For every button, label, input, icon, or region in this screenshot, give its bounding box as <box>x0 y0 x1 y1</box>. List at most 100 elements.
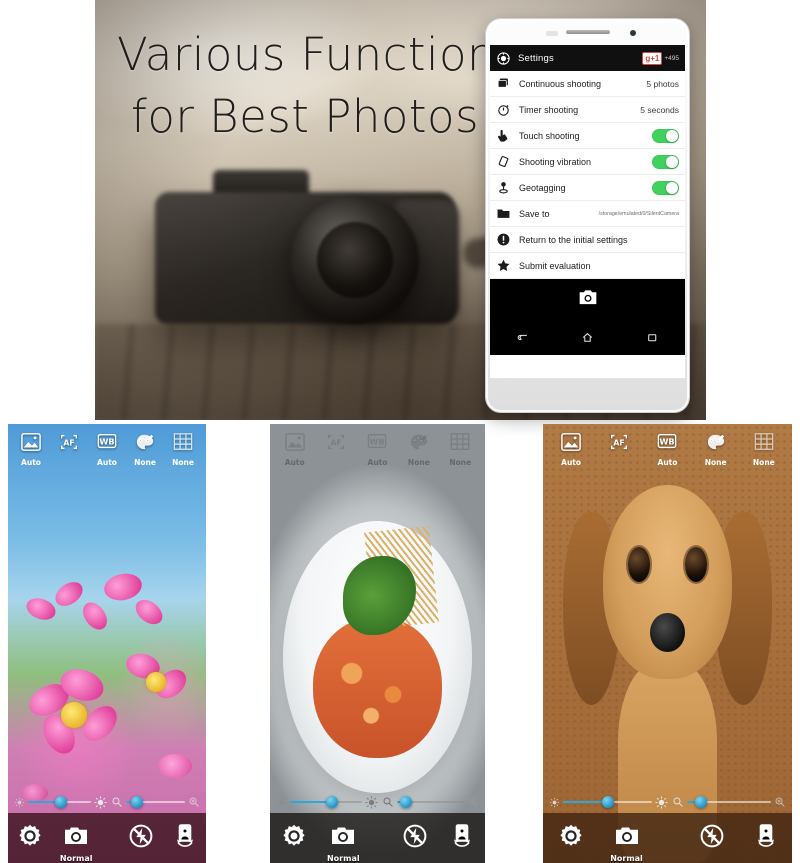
gplus-count: +495 <box>664 54 679 62</box>
back-icon[interactable] <box>515 331 530 349</box>
toolbar-autofocus[interactable]: AF <box>603 432 635 458</box>
phone-screen: Settings g+1 +495 Continuous shooting 5 … <box>490 45 685 378</box>
screenshot-gallery: Auto AF WB Auto None None Normal Auto AF… <box>0 424 800 863</box>
zoom-out-icon <box>112 797 123 807</box>
settings-row-value: 5 seconds <box>640 104 679 115</box>
proximity-sensor <box>546 31 558 36</box>
settings-row-value: 5 photos <box>646 78 679 89</box>
shot-food: Auto AF WB Auto None None Normal <box>270 424 485 863</box>
zoom-track[interactable] <box>126 796 185 808</box>
toolbar-color-effect[interactable]: None <box>403 432 435 467</box>
shot-dog: Auto AF WB Auto None None Normal <box>543 424 792 863</box>
slider-row <box>8 791 206 813</box>
timer-icon <box>496 102 511 117</box>
phone-viewfinder <box>490 279 685 325</box>
settings-gear-icon[interactable] <box>281 823 307 854</box>
flash-off-icon[interactable] <box>128 823 154 854</box>
toolbar-scene-mode-label: Auto <box>561 458 582 467</box>
settings-row-save-to[interactable]: Save to /storage/emulated/0/SilentCamera <box>490 201 685 227</box>
svg-text:AF: AF <box>63 439 74 448</box>
camera-mode-button[interactable]: Normal <box>60 825 93 863</box>
settings-row-label: Save to <box>519 208 550 219</box>
toolbar-white-balance[interactable]: WB Auto <box>651 432 683 467</box>
brightness-track[interactable] <box>563 796 653 808</box>
toolbar-scene-mode[interactable]: Auto <box>555 432 587 467</box>
brightness-slider[interactable] <box>14 796 107 809</box>
settings-gear-icon[interactable] <box>558 823 584 854</box>
flash-off-icon[interactable] <box>699 823 725 854</box>
banner-headline-line1: Various Function <box>117 28 497 81</box>
brightness-track[interactable] <box>28 796 92 808</box>
settings-row-label: Timer shooting <box>519 104 579 115</box>
settings-row-timer-shooting[interactable]: Timer shooting 5 seconds <box>490 97 685 123</box>
switch-camera-icon[interactable] <box>450 823 474 854</box>
svg-text:WB: WB <box>660 436 675 446</box>
settings-title: Settings <box>518 52 554 64</box>
app-logo-icon <box>496 51 511 66</box>
geotagging-toggle[interactable] <box>652 180 679 195</box>
zoom-out-icon <box>673 797 684 807</box>
camera-mode-label: Normal <box>59 853 93 863</box>
toolbar-color-effect[interactable]: None <box>700 432 732 467</box>
zoom-track[interactable] <box>396 796 464 808</box>
brightness-low-icon <box>276 797 287 807</box>
slider-row <box>543 791 792 813</box>
brightness-slider[interactable] <box>549 796 668 809</box>
toolbar-color-effect[interactable]: None <box>129 432 161 467</box>
toolbar-white-balance-label: Auto <box>97 458 117 467</box>
settings-row-label: Shooting vibration <box>519 156 592 167</box>
settings-row-touch-shooting[interactable]: Touch shooting <box>490 123 685 149</box>
settings-row-continuous-shooting[interactable]: Continuous shooting 5 photos <box>490 71 685 97</box>
zoom-in-icon <box>468 797 478 807</box>
toolbar-autofocus[interactable]: AF <box>53 432 85 458</box>
svg-text:AF: AF <box>614 439 625 448</box>
shooting-vibration-toggle[interactable] <box>652 154 679 169</box>
settings-gear-icon[interactable] <box>17 823 43 854</box>
toolbar-white-balance[interactable]: WB Auto <box>361 432 393 467</box>
google-plus-badge[interactable]: g+1 +495 <box>642 51 679 65</box>
toolbar-grid[interactable]: None <box>167 432 199 467</box>
camera-mode-label: Normal <box>326 853 360 863</box>
zoom-slider[interactable] <box>111 796 200 808</box>
toolbar-grid-label: None <box>449 458 472 467</box>
toolbar-autofocus[interactable]: AF <box>320 432 352 458</box>
toolbar-scene-mode[interactable]: Auto <box>15 432 47 467</box>
settings-row-label: Submit evaluation <box>519 260 591 271</box>
toolbar-scene-mode-label: Auto <box>21 458 41 467</box>
toolbar-white-balance[interactable]: WB Auto <box>91 432 123 467</box>
toolbar-white-balance-label: Auto <box>657 458 678 467</box>
zoom-slider[interactable] <box>382 796 479 808</box>
brightness-low-icon <box>549 797 560 807</box>
dog-eye-left <box>627 546 651 583</box>
zoom-track[interactable] <box>687 796 771 808</box>
camera-mode-button[interactable]: Normal <box>327 825 360 863</box>
brightness-track[interactable] <box>290 796 362 808</box>
switch-camera-icon[interactable] <box>173 823 197 854</box>
toolbar-scene-mode[interactable]: Auto <box>279 432 311 467</box>
camera-icon[interactable] <box>578 289 598 311</box>
settings-row-label: Return to the initial settings <box>519 234 628 245</box>
zoom-slider[interactable] <box>672 796 786 808</box>
brightness-high-icon <box>365 796 378 808</box>
recents-icon[interactable] <box>645 331 660 349</box>
settings-row-submit-evaluation[interactable]: Submit evaluation <box>490 253 685 279</box>
touch-shooting-toggle[interactable] <box>652 128 679 143</box>
switch-camera-icon[interactable] <box>754 823 778 854</box>
app-screenshot: Various Function for Best Photos Setting… <box>0 0 800 863</box>
toolbar-grid[interactable]: None <box>444 432 476 467</box>
toolbar-white-balance-label: Auto <box>367 458 388 467</box>
settings-row-reset[interactable]: Return to the initial settings <box>490 227 685 253</box>
svg-text:AF: AF <box>330 439 341 448</box>
layers-icon <box>496 76 511 91</box>
slider-row <box>270 791 485 813</box>
settings-row-label: Geotagging <box>519 182 566 193</box>
settings-row-geotagging[interactable]: Geotagging <box>490 175 685 201</box>
home-icon[interactable] <box>580 331 595 349</box>
camera-mode-button[interactable]: Normal <box>610 825 643 863</box>
capture-toolbar: Auto AF WB Auto None None <box>8 432 206 467</box>
toolbar-grid[interactable]: None <box>748 432 780 467</box>
flash-off-icon[interactable] <box>402 823 428 854</box>
zoom-in-icon <box>189 797 199 807</box>
brightness-slider[interactable] <box>276 796 378 809</box>
settings-row-shooting-vibration[interactable]: Shooting vibration <box>490 149 685 175</box>
